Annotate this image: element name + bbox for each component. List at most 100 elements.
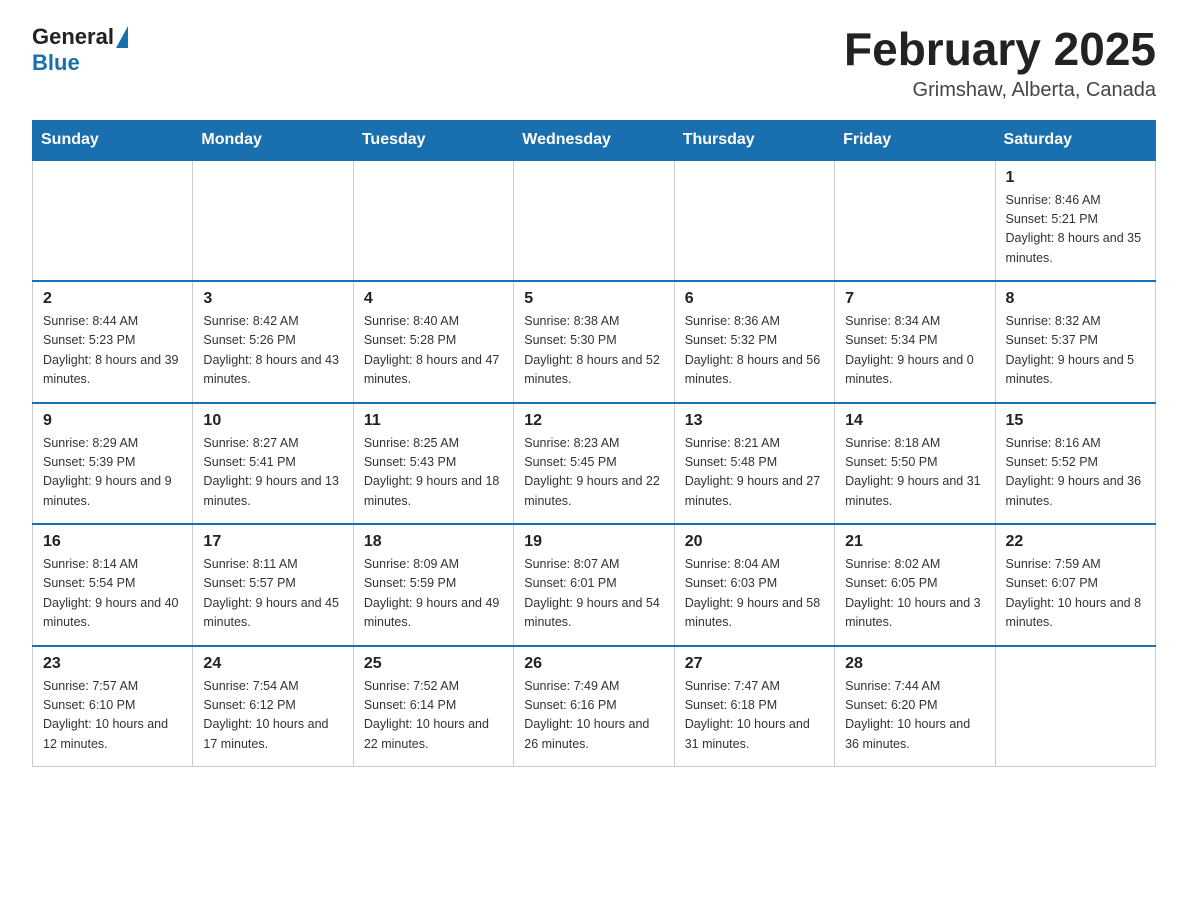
calendar-day-cell — [995, 646, 1155, 767]
day-info: Sunrise: 7:57 AMSunset: 6:10 PMDaylight:… — [43, 677, 182, 755]
day-info: Sunrise: 8:07 AMSunset: 6:01 PMDaylight:… — [524, 555, 663, 633]
day-number: 28 — [845, 655, 984, 673]
day-number: 22 — [1006, 533, 1145, 551]
day-info: Sunrise: 7:47 AMSunset: 6:18 PMDaylight:… — [685, 677, 824, 755]
day-number: 6 — [685, 290, 824, 308]
calendar-day-cell — [33, 160, 193, 282]
day-number: 8 — [1006, 290, 1145, 308]
day-info: Sunrise: 8:44 AMSunset: 5:23 PMDaylight:… — [43, 312, 182, 390]
day-info: Sunrise: 8:40 AMSunset: 5:28 PMDaylight:… — [364, 312, 503, 390]
day-number: 26 — [524, 655, 663, 673]
calendar-day-cell: 9 Sunrise: 8:29 AMSunset: 5:39 PMDaylight… — [33, 403, 193, 525]
calendar-weekday-header: Sunday — [33, 120, 193, 160]
day-info: Sunrise: 8:04 AMSunset: 6:03 PMDaylight:… — [685, 555, 824, 633]
calendar-weekday-header: Thursday — [674, 120, 834, 160]
calendar-header-row: SundayMondayTuesdayWednesdayThursdayFrid… — [33, 120, 1156, 160]
day-number: 15 — [1006, 412, 1145, 430]
calendar-day-cell: 23 Sunrise: 7:57 AMSunset: 6:10 PMDayligh… — [33, 646, 193, 767]
calendar-day-cell: 14 Sunrise: 8:18 AMSunset: 5:50 PMDayligh… — [835, 403, 995, 525]
calendar-day-cell — [353, 160, 513, 282]
day-info: Sunrise: 7:52 AMSunset: 6:14 PMDaylight:… — [364, 677, 503, 755]
calendar-day-cell: 22 Sunrise: 7:59 AMSunset: 6:07 PMDayligh… — [995, 524, 1155, 646]
day-number: 17 — [203, 533, 342, 551]
day-info: Sunrise: 8:32 AMSunset: 5:37 PMDaylight:… — [1006, 312, 1145, 390]
day-info: Sunrise: 8:34 AMSunset: 5:34 PMDaylight:… — [845, 312, 984, 390]
calendar-day-cell: 6 Sunrise: 8:36 AMSunset: 5:32 PMDaylight… — [674, 281, 834, 403]
logo: General Blue — [32, 24, 130, 76]
day-number: 7 — [845, 290, 984, 308]
day-number: 16 — [43, 533, 182, 551]
day-number: 23 — [43, 655, 182, 673]
calendar-day-cell: 1 Sunrise: 8:46 AMSunset: 5:21 PMDaylight… — [995, 160, 1155, 282]
calendar-day-cell: 24 Sunrise: 7:54 AMSunset: 6:12 PMDayligh… — [193, 646, 353, 767]
calendar-day-cell: 7 Sunrise: 8:34 AMSunset: 5:34 PMDaylight… — [835, 281, 995, 403]
day-number: 25 — [364, 655, 503, 673]
day-info: Sunrise: 8:27 AMSunset: 5:41 PMDaylight:… — [203, 434, 342, 512]
location-text: Grimshaw, Alberta, Canada — [844, 79, 1156, 102]
logo-general-text: General — [32, 24, 114, 50]
calendar-day-cell: 2 Sunrise: 8:44 AMSunset: 5:23 PMDaylight… — [33, 281, 193, 403]
day-number: 4 — [364, 290, 503, 308]
calendar-day-cell: 18 Sunrise: 8:09 AMSunset: 5:59 PMDayligh… — [353, 524, 513, 646]
day-number: 18 — [364, 533, 503, 551]
calendar-day-cell: 28 Sunrise: 7:44 AMSunset: 6:20 PMDayligh… — [835, 646, 995, 767]
day-info: Sunrise: 7:44 AMSunset: 6:20 PMDaylight:… — [845, 677, 984, 755]
calendar-day-cell: 11 Sunrise: 8:25 AMSunset: 5:43 PMDayligh… — [353, 403, 513, 525]
day-number: 2 — [43, 290, 182, 308]
calendar-day-cell — [835, 160, 995, 282]
day-number: 20 — [685, 533, 824, 551]
calendar-weekday-header: Wednesday — [514, 120, 674, 160]
calendar-week-row: 23 Sunrise: 7:57 AMSunset: 6:10 PMDayligh… — [33, 646, 1156, 767]
day-info: Sunrise: 8:21 AMSunset: 5:48 PMDaylight:… — [685, 434, 824, 512]
title-block: February 2025 Grimshaw, Alberta, Canada — [844, 24, 1156, 102]
calendar-day-cell: 13 Sunrise: 8:21 AMSunset: 5:48 PMDayligh… — [674, 403, 834, 525]
calendar-day-cell: 16 Sunrise: 8:14 AMSunset: 5:54 PMDayligh… — [33, 524, 193, 646]
day-number: 14 — [845, 412, 984, 430]
calendar-day-cell: 21Sunrise: 8:02 AMSunset: 6:05 PMDayligh… — [835, 524, 995, 646]
day-info: Sunrise: 8:25 AMSunset: 5:43 PMDaylight:… — [364, 434, 503, 512]
day-info: Sunrise: 8:46 AMSunset: 5:21 PMDaylight:… — [1006, 191, 1145, 269]
day-info: Sunrise: 8:36 AMSunset: 5:32 PMDaylight:… — [685, 312, 824, 390]
day-number: 13 — [685, 412, 824, 430]
day-number: 3 — [203, 290, 342, 308]
day-info: Sunrise: 8:16 AMSunset: 5:52 PMDaylight:… — [1006, 434, 1145, 512]
calendar-day-cell: 17 Sunrise: 8:11 AMSunset: 5:57 PMDayligh… — [193, 524, 353, 646]
page-header: General Blue February 2025 Grimshaw, Alb… — [32, 24, 1156, 102]
calendar-day-cell: 27 Sunrise: 7:47 AMSunset: 6:18 PMDayligh… — [674, 646, 834, 767]
calendar-week-row: 2 Sunrise: 8:44 AMSunset: 5:23 PMDaylight… — [33, 281, 1156, 403]
day-number: 24 — [203, 655, 342, 673]
day-info: Sunrise: 8:29 AMSunset: 5:39 PMDaylight:… — [43, 434, 182, 512]
calendar-day-cell: 5Sunrise: 8:38 AMSunset: 5:30 PMDaylight… — [514, 281, 674, 403]
calendar-day-cell — [193, 160, 353, 282]
day-info: Sunrise: 8:09 AMSunset: 5:59 PMDaylight:… — [364, 555, 503, 633]
day-info: Sunrise: 8:02 AMSunset: 6:05 PMDaylight:… — [845, 555, 984, 633]
month-title: February 2025 — [844, 24, 1156, 75]
calendar-day-cell: 12Sunrise: 8:23 AMSunset: 5:45 PMDayligh… — [514, 403, 674, 525]
calendar-table: SundayMondayTuesdayWednesdayThursdayFrid… — [32, 120, 1156, 768]
day-info: Sunrise: 7:59 AMSunset: 6:07 PMDaylight:… — [1006, 555, 1145, 633]
calendar-weekday-header: Monday — [193, 120, 353, 160]
day-info: Sunrise: 7:49 AMSunset: 6:16 PMDaylight:… — [524, 677, 663, 755]
calendar-day-cell — [514, 160, 674, 282]
calendar-day-cell: 15 Sunrise: 8:16 AMSunset: 5:52 PMDayligh… — [995, 403, 1155, 525]
day-number: 11 — [364, 412, 503, 430]
day-info: Sunrise: 8:11 AMSunset: 5:57 PMDaylight:… — [203, 555, 342, 633]
calendar-week-row: 16 Sunrise: 8:14 AMSunset: 5:54 PMDayligh… — [33, 524, 1156, 646]
logo-triangle-icon — [116, 26, 128, 48]
calendar-day-cell: 20 Sunrise: 8:04 AMSunset: 6:03 PMDayligh… — [674, 524, 834, 646]
day-info: Sunrise: 8:38 AMSunset: 5:30 PMDaylight:… — [524, 312, 663, 390]
logo-blue-text: Blue — [32, 50, 80, 75]
calendar-week-row: 9 Sunrise: 8:29 AMSunset: 5:39 PMDaylight… — [33, 403, 1156, 525]
calendar-day-cell — [674, 160, 834, 282]
calendar-day-cell: 19Sunrise: 8:07 AMSunset: 6:01 PMDayligh… — [514, 524, 674, 646]
day-number: 9 — [43, 412, 182, 430]
day-info: Sunrise: 7:54 AMSunset: 6:12 PMDaylight:… — [203, 677, 342, 755]
day-number: 27 — [685, 655, 824, 673]
day-info: Sunrise: 8:42 AMSunset: 5:26 PMDaylight:… — [203, 312, 342, 390]
day-info: Sunrise: 8:18 AMSunset: 5:50 PMDaylight:… — [845, 434, 984, 512]
day-info: Sunrise: 8:14 AMSunset: 5:54 PMDaylight:… — [43, 555, 182, 633]
calendar-day-cell: 4 Sunrise: 8:40 AMSunset: 5:28 PMDaylight… — [353, 281, 513, 403]
calendar-weekday-header: Saturday — [995, 120, 1155, 160]
day-number: 1 — [1006, 169, 1145, 187]
calendar-weekday-header: Tuesday — [353, 120, 513, 160]
